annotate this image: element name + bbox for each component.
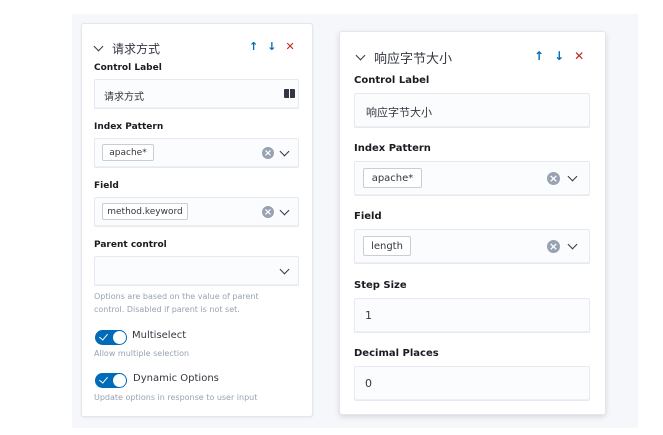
remove-control-icon[interactable]: ✕ xyxy=(574,49,584,63)
card1-parent-control-select[interactable] xyxy=(94,256,299,286)
clear-icon[interactable]: × xyxy=(547,240,560,253)
toggle-knob xyxy=(113,331,126,344)
card1-header[interactable]: 请求方式 xyxy=(93,40,161,57)
card2-index-pattern-pill: apache* xyxy=(363,168,422,188)
card2-decimal-places-input[interactable] xyxy=(354,366,590,401)
card2-title: 响应字节大小 xyxy=(374,52,453,67)
card1-control-label-value: 请求方式 xyxy=(104,92,144,103)
card2-index-pattern-label: Index Pattern xyxy=(354,143,431,154)
card1-field-pill: method.keyword xyxy=(102,203,188,220)
clear-icon[interactable]: × xyxy=(262,206,274,218)
clear-icon[interactable]: × xyxy=(262,147,274,159)
card2-step-size-label: Step Size xyxy=(354,280,407,291)
check-icon xyxy=(99,374,108,384)
card1-index-pattern-pill: apache* xyxy=(102,144,154,161)
card2-control-label-label: Control Label xyxy=(354,75,430,86)
card1-parent-control-label: Parent control xyxy=(94,240,167,250)
card2-step-size-value: 1 xyxy=(365,309,372,322)
card2-decimal-places-value: 0 xyxy=(365,377,372,390)
multiselect-label[interactable]: Multiselect xyxy=(132,330,186,341)
card1-parent-control-help-line1: Options are based on the value of parent xyxy=(94,292,259,301)
multiselect-toggle[interactable] xyxy=(95,330,127,345)
card2-decimal-places-label: Decimal Places xyxy=(354,348,439,359)
chevron-down-icon[interactable] xyxy=(93,41,104,52)
card1-control-label-label: Control Label xyxy=(94,63,162,73)
card2-header[interactable]: 响应字节大小 xyxy=(355,48,453,67)
clear-icon[interactable]: × xyxy=(547,172,560,185)
multiselect-help: Allow multiple selection xyxy=(94,349,190,358)
move-up-icon[interactable]: ↑ xyxy=(534,49,544,63)
card1-title: 请求方式 xyxy=(112,42,161,56)
dynamic-options-label[interactable]: Dynamic Options xyxy=(133,373,219,384)
remove-control-icon[interactable]: ✕ xyxy=(285,40,294,53)
card1-index-pattern-label: Index Pattern xyxy=(94,122,164,132)
card2-actions: ↑ ↓ ✕ xyxy=(534,49,584,63)
card1-parent-control-help-line2: control. Disabled if parent is not set. xyxy=(94,305,240,314)
card2-field-pill: length xyxy=(363,236,411,256)
move-up-icon[interactable]: ↑ xyxy=(249,40,258,53)
card2-field-label: Field xyxy=(354,211,382,222)
check-icon xyxy=(99,331,108,341)
book-icon xyxy=(284,89,295,98)
card2-step-size-input[interactable] xyxy=(354,298,590,333)
card1-field-label: Field xyxy=(94,181,119,191)
dynamic-options-toggle[interactable] xyxy=(95,373,127,388)
card1-actions: ↑ ↓ ✕ xyxy=(249,40,295,53)
toggle-knob xyxy=(113,374,126,387)
move-down-icon[interactable]: ↓ xyxy=(554,49,564,63)
move-down-icon[interactable]: ↓ xyxy=(267,40,276,53)
chevron-down-icon[interactable] xyxy=(355,50,366,61)
dynamic-options-help: Update options in response to user input xyxy=(94,393,258,402)
card2-control-label-value: 响应字节大小 xyxy=(366,106,432,119)
